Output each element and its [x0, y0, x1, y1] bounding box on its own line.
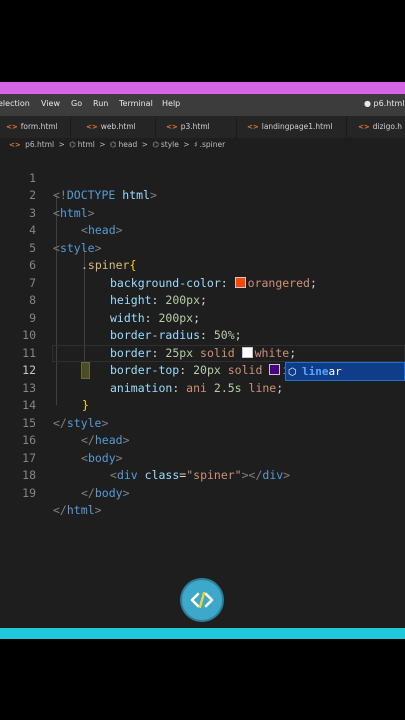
tab-form-html[interactable]: <> form.html	[6, 116, 58, 138]
tab-landingpage1-html[interactable]: <> landingpage1.html	[247, 116, 333, 138]
breadcrumb-item-style[interactable]: style	[161, 140, 179, 149]
breadcrumb-file[interactable]: p6.html	[25, 140, 54, 149]
breadcrumb-separator: >	[58, 140, 65, 149]
code-line: 14 </style>	[0, 380, 405, 430]
tab-divider	[346, 116, 347, 138]
menu-go[interactable]: Go	[71, 99, 82, 108]
video-top-margin	[0, 0, 405, 82]
code-line: 8 width: 200px;	[0, 275, 405, 325]
selector-icon: ♯	[193, 140, 198, 149]
element-icon: ⌬	[152, 140, 159, 149]
html-file-icon: <>	[9, 141, 21, 149]
code-line: 5 .spiner{	[0, 222, 405, 273]
channel-logo	[182, 580, 222, 620]
line-number: 19	[22, 485, 36, 500]
breadcrumb: <> p6.html > ⌬ html > ⌬ head > ⌬ style > ♯.…	[0, 138, 405, 152]
breadcrumb-item-html[interactable]: html	[78, 140, 95, 149]
code-line: 1 <!DOCTYPE html>	[0, 152, 405, 203]
code-line: 16 <body>	[0, 415, 405, 465]
breadcrumb-separator: >	[183, 140, 190, 149]
suggestion-match: line	[302, 365, 329, 378]
code-line: 11 border-top: 20px solid indigo;	[0, 327, 405, 378]
menu-help[interactable]: Help	[162, 99, 180, 108]
code-line: 7 height: 200px;	[0, 257, 405, 308]
html-file-icon: <>	[86, 123, 98, 131]
bottom-accent-bar	[0, 628, 405, 639]
breadcrumb-separator: >	[141, 140, 148, 149]
menu-selection[interactable]: election	[0, 99, 30, 108]
html-file-icon: <>	[6, 123, 18, 131]
line-text: </html>	[53, 503, 102, 517]
code-line: 19 </html>	[0, 467, 405, 518]
html-file-icon: <>	[166, 123, 178, 131]
tab-divider	[155, 116, 156, 138]
tab-p3-html[interactable]: <> p3.html	[166, 116, 210, 138]
code-line: 17 <div class="spiner"></div>	[0, 432, 405, 483]
menu-bar: election View Go Run Terminal Help ● p6.…	[0, 94, 405, 116]
code-line: 2 <html>	[0, 170, 405, 220]
code-line: 10 border: 25px solid white;	[0, 310, 405, 360]
breadcrumb-item-spiner[interactable]: .spiner	[200, 140, 226, 149]
tab-label: dizigo.h	[372, 122, 402, 131]
code-line: 6 background-color: orangered;	[0, 240, 405, 290]
code-line: 12 animation: ani 2.5s line;	[0, 345, 405, 395]
code-line: 18 </body>	[0, 450, 405, 500]
suggestion-rest: ar	[328, 365, 342, 378]
html-file-icon: <>	[247, 123, 259, 131]
breadcrumb-separator: >	[99, 140, 106, 149]
video-bottom-margin	[0, 639, 405, 720]
tag-name: body	[94, 485, 123, 500]
breadcrumb-item-head[interactable]: head	[119, 140, 138, 149]
tab-dizigo-html[interactable]: <> dizigo.h	[358, 116, 402, 138]
tab-label: web.html	[100, 122, 136, 131]
code-line: 3 <head>	[0, 187, 405, 238]
editor-tabs: <> form.html <> web.html <> p3.html <> landi…	[0, 116, 405, 138]
element-icon: ⌬	[69, 140, 76, 149]
tab-web-html[interactable]: <> web.html	[86, 116, 136, 138]
symbol-value-icon: ⬡	[288, 367, 297, 378]
menu-terminal[interactable]: Terminal	[119, 99, 153, 108]
code-line: 9 border-radius: 50%;	[0, 292, 405, 343]
tab-divider	[236, 116, 237, 138]
html-file-icon: <>	[358, 123, 370, 131]
code-line: 4 <style>	[0, 205, 405, 255]
tab-label: landingpage1.html	[261, 122, 333, 131]
menu-run[interactable]: Run	[93, 99, 108, 108]
code-editor[interactable]: 1 <!DOCTYPE html> 2 <html> 3 <head> 4 <s…	[0, 152, 405, 628]
window-title: ● p6.html -	[364, 99, 405, 108]
line-text: </body>	[81, 485, 130, 500]
code-brackets-icon	[190, 591, 214, 609]
element-icon: ⌬	[109, 140, 117, 149]
tab-divider	[70, 116, 71, 138]
title-accent-bar	[0, 82, 405, 94]
autocomplete-suggestion[interactable]: ⬡ linear	[285, 362, 405, 381]
menu-view[interactable]: View	[41, 99, 60, 108]
code-line: 15 </head>	[0, 397, 405, 448]
tab-label: form.html	[20, 122, 58, 131]
tag-name: html	[66, 503, 95, 517]
tab-label: p3.html	[180, 122, 210, 131]
